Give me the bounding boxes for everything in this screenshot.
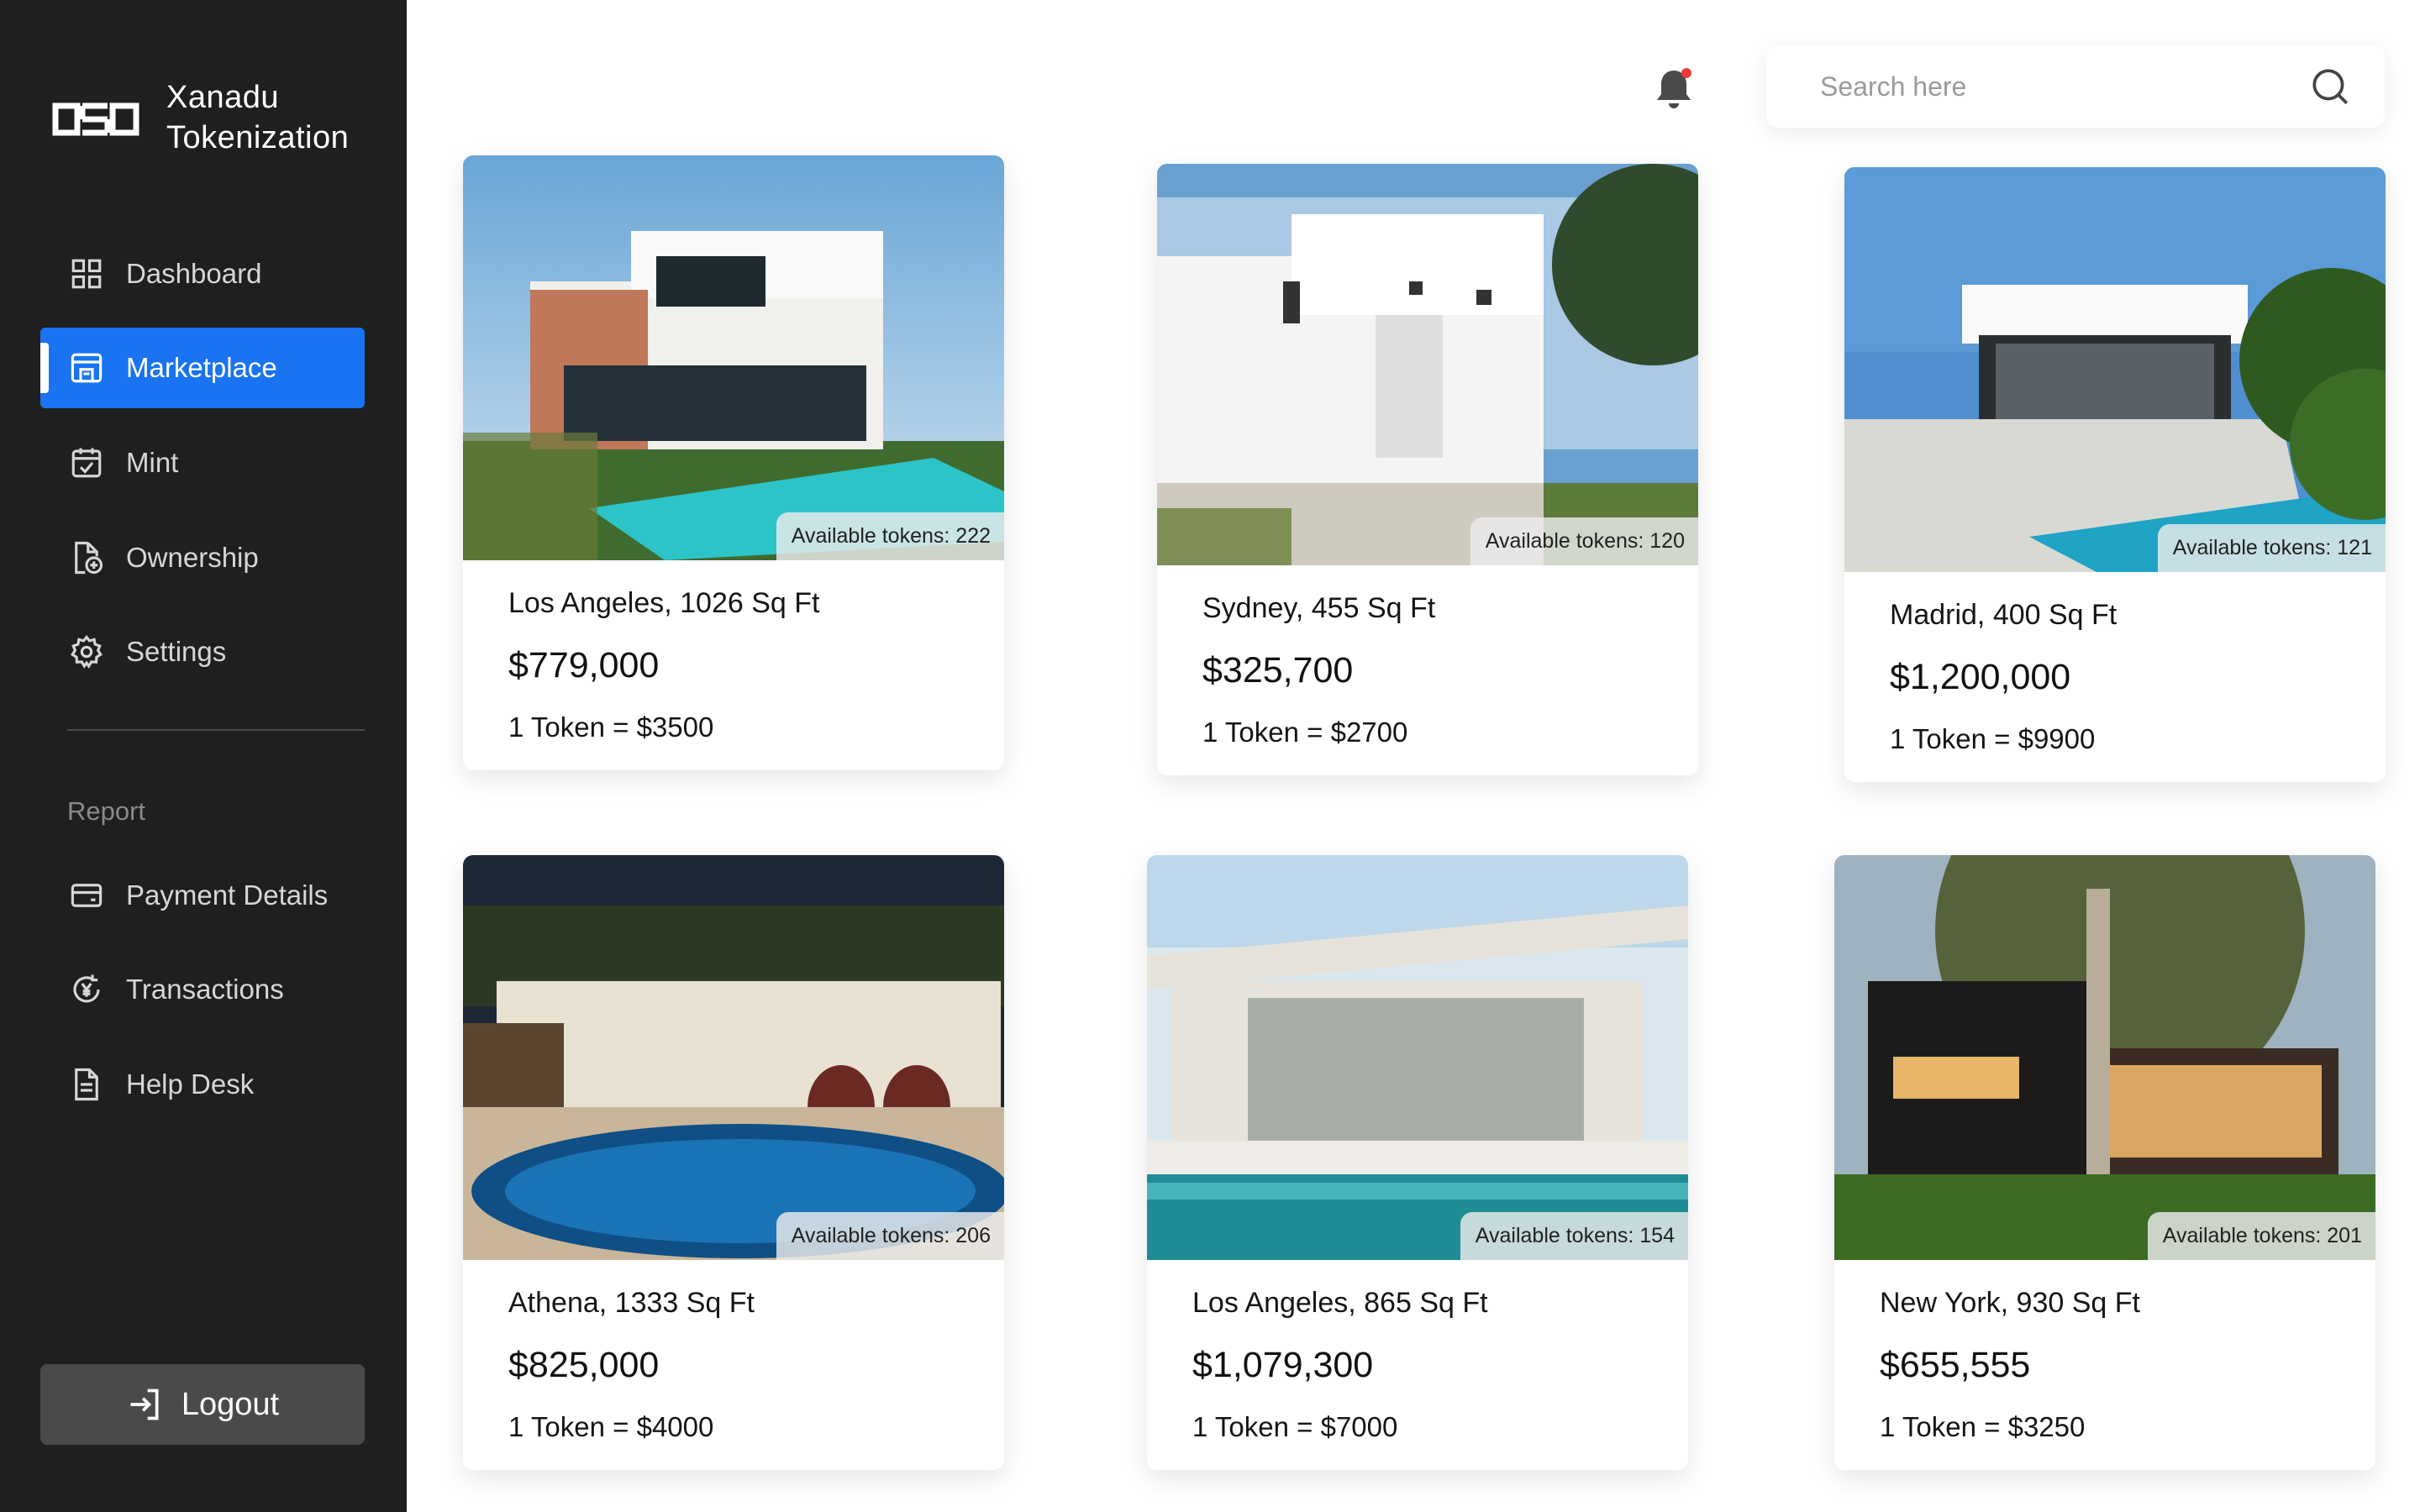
token-price: 1 Token = $7000 — [1192, 1411, 1398, 1442]
gear-icon — [67, 633, 106, 671]
property-card[interactable]: Available tokens: 120 Sydney, 455 Sq Ft … — [1157, 164, 1698, 775]
property-price: $325,700 — [1202, 650, 1354, 690]
search-input[interactable] — [1820, 71, 2309, 102]
sidebar-item-transactions[interactable]: Transactions — [40, 949, 365, 1030]
search-bar — [1766, 45, 2385, 128]
sidebar-item-help-desk[interactable]: Help Desk — [40, 1044, 365, 1125]
sidebar: Xanadu Tokenization Dashboard Marketplac… — [0, 0, 407, 1512]
token-price: 1 Token = $9900 — [1890, 723, 2096, 754]
available-tokens-badge: Available tokens: 201 — [2147, 1212, 2375, 1260]
xanadu-logo-icon — [52, 102, 139, 136]
available-tokens-badge: Available tokens: 222 — [776, 512, 1004, 560]
property-card[interactable]: Available tokens: 222 Los Angeles, 1026 … — [463, 155, 1004, 770]
card-icon — [67, 876, 106, 915]
document-add-icon — [67, 538, 106, 577]
property-card[interactable]: Available tokens: 121 Madrid, 400 Sq Ft … — [1844, 167, 2386, 782]
logout-label: Logout — [181, 1386, 280, 1422]
available-tokens-badge: Available tokens: 154 — [1460, 1212, 1688, 1260]
sidebar-item-mint[interactable]: Mint — [40, 423, 365, 503]
property-price: $1,079,300 — [1192, 1345, 1374, 1385]
brand-line-2: Tokenization — [166, 120, 350, 155]
grid-icon — [67, 255, 106, 293]
sidebar-item-label: Payment Details — [126, 879, 329, 911]
sidebar-item-payment-details[interactable]: Payment Details — [40, 855, 365, 936]
property-title: Los Angeles, 865 Sq Ft — [1192, 1287, 1488, 1319]
yen-cycle-icon — [67, 970, 106, 1009]
search-icon[interactable] — [2309, 66, 2351, 108]
property-title: Athena, 1333 Sq Ft — [508, 1287, 755, 1319]
property-card[interactable]: Available tokens: 206 Athena, 1333 Sq Ft… — [463, 855, 1004, 1470]
property-price: $779,000 — [508, 645, 660, 685]
notification-dot — [1681, 68, 1691, 78]
property-title: New York, 930 Sq Ft — [1880, 1287, 2140, 1319]
sidebar-item-label: Ownership — [126, 542, 259, 573]
property-price: $1,200,000 — [1890, 657, 2071, 697]
document-icon — [67, 1065, 106, 1104]
property-card[interactable]: Available tokens: 201 New York, 930 Sq F… — [1834, 855, 2375, 1470]
brand-line-1: Xanadu — [166, 80, 280, 115]
bell-icon — [1657, 68, 1691, 108]
calendar-check-icon — [67, 444, 106, 482]
sidebar-item-label: Dashboard — [126, 258, 262, 289]
sidebar-item-label: Marketplace — [126, 352, 277, 383]
sidebar-item-ownership[interactable]: Ownership — [40, 517, 365, 598]
token-price: 1 Token = $2700 — [1202, 717, 1408, 748]
token-price: 1 Token = $3500 — [508, 711, 714, 743]
property-photo: Available tokens: 206 — [463, 855, 1004, 1260]
property-title: Los Angeles, 1026 Sq Ft — [508, 587, 820, 619]
sidebar-divider — [67, 729, 365, 731]
property-photo: Available tokens: 154 — [1147, 855, 1688, 1260]
sidebar-item-label: Help Desk — [126, 1068, 255, 1100]
property-price: $825,000 — [508, 1345, 660, 1385]
property-card[interactable]: Available tokens: 154 Los Angeles, 865 S… — [1147, 855, 1688, 1470]
sidebar-item-label: Transactions — [126, 974, 284, 1005]
sidebar-item-marketplace[interactable]: Marketplace — [40, 328, 365, 408]
token-price: 1 Token = $4000 — [508, 1411, 714, 1442]
available-tokens-badge: Available tokens: 206 — [776, 1212, 1004, 1260]
sidebar-item-label: Settings — [126, 636, 227, 667]
section-label-report: Report — [67, 796, 146, 826]
notification-bell-button[interactable] — [1652, 66, 1696, 113]
sidebar-item-settings[interactable]: Settings — [40, 612, 365, 692]
property-title: Sydney, 455 Sq Ft — [1202, 592, 1436, 624]
brand[interactable]: Xanadu Tokenization — [52, 77, 349, 158]
property-photo: Available tokens: 201 — [1834, 855, 2375, 1260]
property-price: $655,555 — [1880, 1345, 2031, 1385]
sidebar-item-label: Mint — [126, 447, 179, 478]
sidebar-item-dashboard[interactable]: Dashboard — [40, 234, 365, 314]
available-tokens-badge: Available tokens: 120 — [1470, 517, 1698, 565]
logout-button[interactable]: Logout — [40, 1364, 365, 1445]
available-tokens-badge: Available tokens: 121 — [2157, 524, 2386, 572]
login-arrow-icon — [130, 1389, 159, 1420]
property-photo: Available tokens: 120 — [1157, 164, 1698, 565]
property-photo: Available tokens: 222 — [463, 155, 1004, 560]
storefront-icon — [67, 349, 106, 387]
property-photo: Available tokens: 121 — [1844, 167, 2386, 572]
token-price: 1 Token = $3250 — [1880, 1411, 2086, 1442]
property-title: Madrid, 400 Sq Ft — [1890, 599, 2118, 631]
brand-name: Xanadu Tokenization — [166, 77, 349, 158]
